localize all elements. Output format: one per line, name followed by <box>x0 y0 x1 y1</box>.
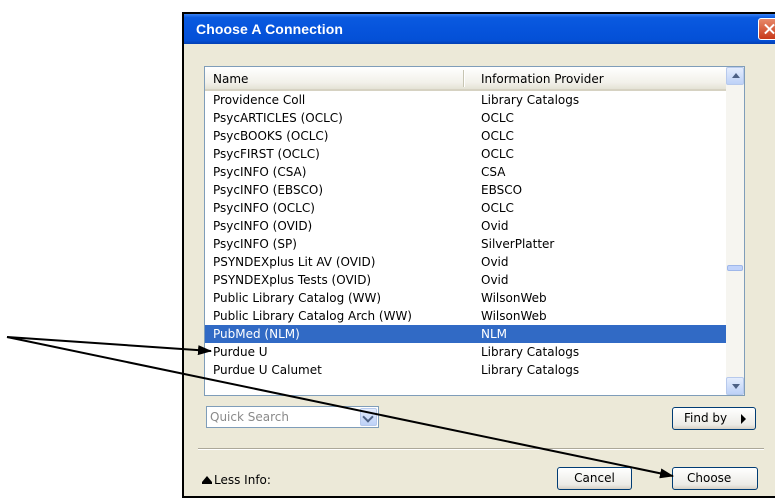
arrow-to-choose <box>6 336 674 479</box>
annotation-arrows <box>6 336 674 479</box>
